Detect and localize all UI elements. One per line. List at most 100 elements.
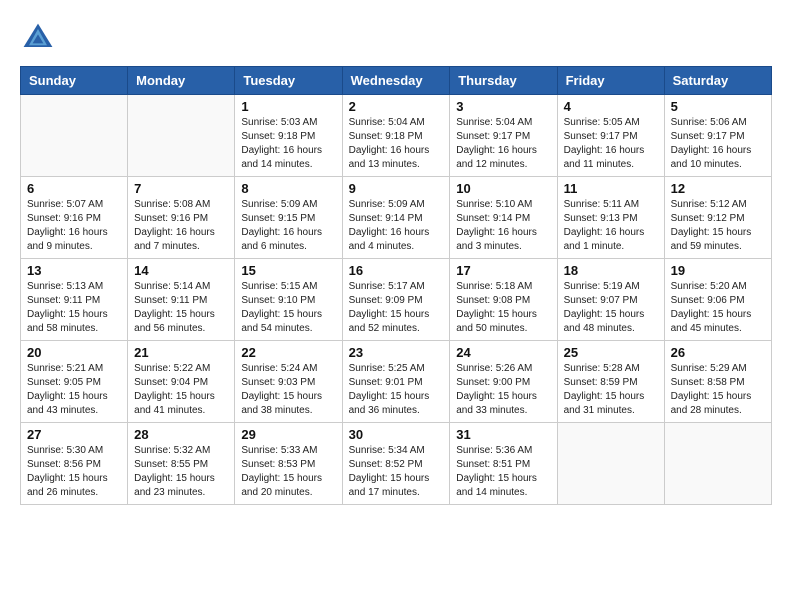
day-info: Sunrise: 5:03 AM Sunset: 9:18 PM Dayligh… [241, 116, 335, 172]
day-info: Sunrise: 5:04 AM Sunset: 9:18 PM Dayligh… [349, 116, 444, 172]
calendar-week-row: 27Sunrise: 5:30 AM Sunset: 8:56 PM Dayli… [21, 423, 772, 505]
day-info: Sunrise: 5:09 AM Sunset: 9:15 PM Dayligh… [241, 198, 335, 254]
calendar-week-row: 13 Sunrise: 5:13 AM Sunset: 9:11 PM Dayli… [21, 259, 772, 341]
day-number: 26 [671, 345, 765, 360]
day-number: 10 [456, 181, 550, 196]
day-info: Sunrise: 5:05 AM Sunset: 9:17 PM Dayligh… [564, 116, 658, 172]
calendar-cell: 22 Sunrise: 5:24 AM Sunset: 9:03 PM Dayli… [235, 341, 342, 423]
day-number: 9 [349, 181, 444, 196]
calendar-cell: 12 Sunrise: 5:12 AM Sunset: 9:12 PM Dayli… [664, 177, 771, 259]
calendar-week-row: 20 Sunrise: 5:21 AM Sunset: 9:05 PM Dayli… [21, 341, 772, 423]
day-info: Sunrise: 5:12 AM Sunset: 9:12 PM Dayligh… [671, 198, 765, 254]
day-info: Sunrise: 5:11 AM Sunset: 9:13 PM Dayligh… [564, 198, 658, 254]
calendar-cell [21, 95, 128, 177]
day-info: Sunrise: 5:26 AM Sunset: 9:00 PM Dayligh… [456, 362, 550, 418]
day-info: Sunrise: 5:30 AM Sunset: 8:56 PM Dayligh… [27, 444, 121, 500]
day-info: Sunrise: 5:04 AM Sunset: 9:17 PM Dayligh… [456, 116, 550, 172]
day-info: Sunrise: 5:28 AM Sunset: 8:59 PM Dayligh… [564, 362, 658, 418]
day-number: 25 [564, 345, 658, 360]
calendar-cell: 25 Sunrise: 5:28 AM Sunset: 8:59 PM Dayli… [557, 341, 664, 423]
day-info: Sunrise: 5:07 AM Sunset: 9:16 PM Dayligh… [27, 198, 121, 254]
calendar: SundayMondayTuesdayWednesdayThursdayFrid… [20, 66, 772, 505]
day-info: Sunrise: 5:15 AM Sunset: 9:10 PM Dayligh… [241, 280, 335, 336]
day-info: Sunrise: 5:18 AM Sunset: 9:08 PM Dayligh… [456, 280, 550, 336]
calendar-cell: 9 Sunrise: 5:09 AM Sunset: 9:14 PM Daylig… [342, 177, 450, 259]
day-info: Sunrise: 5:33 AM Sunset: 8:53 PM Dayligh… [241, 444, 335, 500]
calendar-cell: 11Sunrise: 5:11 AM Sunset: 9:13 PM Dayli… [557, 177, 664, 259]
calendar-cell [557, 423, 664, 505]
day-of-week-header: Thursday [450, 67, 557, 95]
calendar-cell: 29 Sunrise: 5:33 AM Sunset: 8:53 PM Dayli… [235, 423, 342, 505]
calendar-cell: 26 Sunrise: 5:29 AM Sunset: 8:58 PM Dayli… [664, 341, 771, 423]
calendar-cell: 19 Sunrise: 5:20 AM Sunset: 9:06 PM Dayli… [664, 259, 771, 341]
calendar-cell [128, 95, 235, 177]
day-of-week-header: Wednesday [342, 67, 450, 95]
day-number: 19 [671, 263, 765, 278]
calendar-cell: 20 Sunrise: 5:21 AM Sunset: 9:05 PM Dayli… [21, 341, 128, 423]
page-header [20, 20, 772, 56]
day-info: Sunrise: 5:19 AM Sunset: 9:07 PM Dayligh… [564, 280, 658, 336]
day-number: 14 [134, 263, 228, 278]
day-info: Sunrise: 5:32 AM Sunset: 8:55 PM Dayligh… [134, 444, 228, 500]
calendar-week-row: 6Sunrise: 5:07 AM Sunset: 9:16 PM Daylig… [21, 177, 772, 259]
calendar-cell: 27Sunrise: 5:30 AM Sunset: 8:56 PM Dayli… [21, 423, 128, 505]
day-info: Sunrise: 5:21 AM Sunset: 9:05 PM Dayligh… [27, 362, 121, 418]
day-number: 2 [349, 99, 444, 114]
calendar-cell: 13 Sunrise: 5:13 AM Sunset: 9:11 PM Dayli… [21, 259, 128, 341]
day-of-week-header: Monday [128, 67, 235, 95]
day-info: Sunrise: 5:36 AM Sunset: 8:51 PM Dayligh… [456, 444, 550, 500]
day-info: Sunrise: 5:10 AM Sunset: 9:14 PM Dayligh… [456, 198, 550, 254]
day-number: 1 [241, 99, 335, 114]
calendar-cell: 15 Sunrise: 5:15 AM Sunset: 9:10 PM Dayli… [235, 259, 342, 341]
day-info: Sunrise: 5:09 AM Sunset: 9:14 PM Dayligh… [349, 198, 444, 254]
calendar-cell: 21 Sunrise: 5:22 AM Sunset: 9:04 PM Dayli… [128, 341, 235, 423]
day-number: 24 [456, 345, 550, 360]
day-number: 20 [27, 345, 121, 360]
calendar-cell: 1 Sunrise: 5:03 AM Sunset: 9:18 PM Daylig… [235, 95, 342, 177]
day-number: 30 [349, 427, 444, 442]
calendar-cell: 8 Sunrise: 5:09 AM Sunset: 9:15 PM Daylig… [235, 177, 342, 259]
calendar-cell [664, 423, 771, 505]
day-of-week-header: Saturday [664, 67, 771, 95]
day-number: 22 [241, 345, 335, 360]
day-info: Sunrise: 5:29 AM Sunset: 8:58 PM Dayligh… [671, 362, 765, 418]
day-number: 15 [241, 263, 335, 278]
day-info: Sunrise: 5:20 AM Sunset: 9:06 PM Dayligh… [671, 280, 765, 336]
day-number: 4 [564, 99, 658, 114]
day-of-week-header: Friday [557, 67, 664, 95]
day-number: 3 [456, 99, 550, 114]
day-info: Sunrise: 5:08 AM Sunset: 9:16 PM Dayligh… [134, 198, 228, 254]
day-info: Sunrise: 5:17 AM Sunset: 9:09 PM Dayligh… [349, 280, 444, 336]
calendar-cell: 31 Sunrise: 5:36 AM Sunset: 8:51 PM Dayli… [450, 423, 557, 505]
calendar-cell: 17 Sunrise: 5:18 AM Sunset: 9:08 PM Dayli… [450, 259, 557, 341]
calendar-cell: 24 Sunrise: 5:26 AM Sunset: 9:00 PM Dayli… [450, 341, 557, 423]
logo-icon [20, 20, 56, 56]
day-info: Sunrise: 5:25 AM Sunset: 9:01 PM Dayligh… [349, 362, 444, 418]
calendar-cell: 4 Sunrise: 5:05 AM Sunset: 9:17 PM Daylig… [557, 95, 664, 177]
day-info: Sunrise: 5:24 AM Sunset: 9:03 PM Dayligh… [241, 362, 335, 418]
day-info: Sunrise: 5:22 AM Sunset: 9:04 PM Dayligh… [134, 362, 228, 418]
day-number: 28 [134, 427, 228, 442]
calendar-cell: 28 Sunrise: 5:32 AM Sunset: 8:55 PM Dayli… [128, 423, 235, 505]
calendar-cell: 14Sunrise: 5:14 AM Sunset: 9:11 PM Dayli… [128, 259, 235, 341]
day-number: 7 [134, 181, 228, 196]
calendar-week-row: 1 Sunrise: 5:03 AM Sunset: 9:18 PM Daylig… [21, 95, 772, 177]
day-number: 12 [671, 181, 765, 196]
day-number: 29 [241, 427, 335, 442]
day-number: 18 [564, 263, 658, 278]
calendar-cell: 30 Sunrise: 5:34 AM Sunset: 8:52 PM Dayli… [342, 423, 450, 505]
calendar-cell: 10 Sunrise: 5:10 AM Sunset: 9:14 PM Dayli… [450, 177, 557, 259]
calendar-cell: 5Sunrise: 5:06 AM Sunset: 9:17 PM Daylig… [664, 95, 771, 177]
day-of-week-header: Tuesday [235, 67, 342, 95]
calendar-cell: 23Sunrise: 5:25 AM Sunset: 9:01 PM Dayli… [342, 341, 450, 423]
logo [20, 20, 62, 56]
calendar-cell: 6Sunrise: 5:07 AM Sunset: 9:16 PM Daylig… [21, 177, 128, 259]
day-number: 16 [349, 263, 444, 278]
day-number: 21 [134, 345, 228, 360]
day-number: 31 [456, 427, 550, 442]
day-number: 13 [27, 263, 121, 278]
day-number: 8 [241, 181, 335, 196]
day-number: 17 [456, 263, 550, 278]
day-info: Sunrise: 5:13 AM Sunset: 9:11 PM Dayligh… [27, 280, 121, 336]
day-info: Sunrise: 5:34 AM Sunset: 8:52 PM Dayligh… [349, 444, 444, 500]
